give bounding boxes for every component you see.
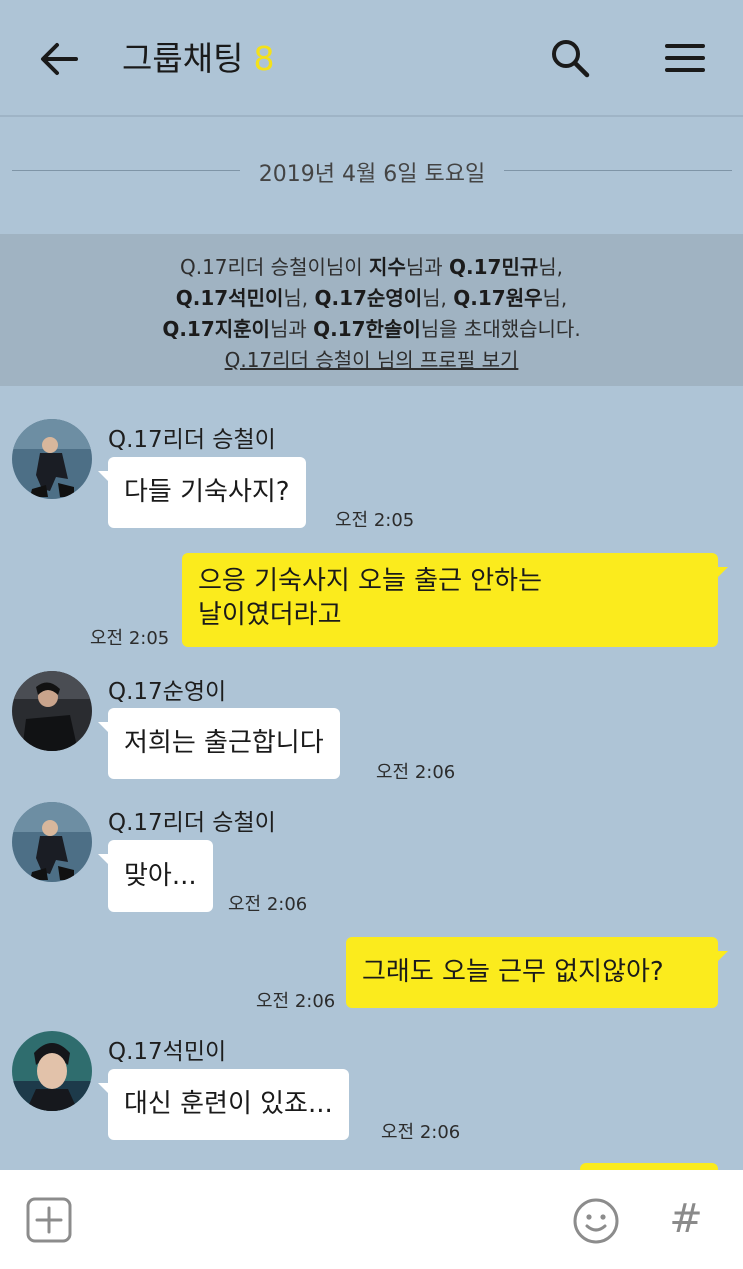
invitee-name: Q.17원우 (453, 286, 543, 310)
message-bubble[interactable]: 저희는 출근합니다 (98, 708, 340, 779)
divider-line-left (12, 170, 240, 171)
message-time: 오전 2:05 (90, 628, 170, 649)
input-bar: # (0, 1170, 743, 1269)
message-bubble[interactable]: 그래도 오늘 근무 없지않아? (346, 937, 728, 1008)
message-bubble[interactable]: 대신 훈련이 있죠... (98, 1069, 349, 1140)
plus-square-icon (26, 1197, 72, 1243)
emoji-button[interactable] (572, 1197, 620, 1245)
avatar[interactable] (12, 671, 92, 751)
invitee-name: 지수 (369, 255, 406, 279)
notice-text: 님이 (325, 255, 370, 279)
notice-text: 님, (283, 286, 315, 310)
message-text: 대신 훈련이 있죠... (124, 1089, 333, 1119)
avatar[interactable] (12, 1031, 92, 1111)
menu-button[interactable] (664, 40, 706, 76)
avatar[interactable] (12, 802, 92, 882)
message-text: 맞아... (124, 861, 197, 891)
hamburger-menu-icon (665, 44, 705, 72)
invitee-name: Q.17지훈이 (162, 317, 270, 341)
avatar-photo (12, 419, 92, 499)
message-time: 오전 2:06 (228, 894, 308, 915)
invitee-name: Q.17민규 (449, 255, 539, 279)
sender-name: Q.17리더 승철이 (108, 810, 276, 836)
notice-text: 님과 (269, 317, 314, 341)
search-button[interactable] (548, 36, 592, 80)
hashtag-icon: # (669, 1196, 703, 1242)
date-divider: 2019년 4월 6일 토요일 (12, 152, 732, 188)
sender-name: Q.17순영이 (108, 679, 227, 705)
arrow-left-icon (41, 43, 78, 75)
message-time: 오전 2:06 (376, 762, 456, 783)
sender-name: Q.17석민이 (108, 1039, 227, 1065)
avatar-photo (12, 802, 92, 882)
divider-line-right (504, 170, 732, 171)
notice-line-2: Q.17석민이님, Q.17순영이님, Q.17원우님, (0, 283, 743, 314)
date-label: 2019년 4월 6일 토요일 (258, 162, 486, 187)
sender-name: Q.17리더 승철이 (108, 427, 276, 453)
message-bubble[interactable]: 으응 기숙사지 오늘 출근 안하는 날이였더라고 (182, 553, 728, 647)
message-time: 오전 2:06 (381, 1122, 461, 1143)
member-count: 8 (253, 39, 275, 78)
notice-text: 님을 초대했습니다. (420, 317, 581, 341)
message-bubble[interactable]: 맞아... (98, 840, 213, 912)
inviter-name: Q.17리더 승철이 (179, 255, 326, 279)
message-time: 오전 2:05 (335, 510, 415, 531)
message-text: 저희는 출근합니다 (124, 728, 324, 758)
notice-text: 님, (422, 286, 454, 310)
invite-notice: Q.17리더 승철이님이 지수님과 Q.17민규님, Q.17석민이님, Q.1… (0, 234, 743, 386)
room-name: 그룹채팅 (122, 39, 244, 78)
invitee-name: Q.17석민이 (175, 286, 284, 310)
notice-text: 님, (542, 286, 568, 310)
message-bubble[interactable]: 다들 기숙사지? (98, 457, 306, 528)
message-text: 그래도 오늘 근무 없지않아? (362, 957, 664, 987)
avatar-photo (12, 671, 92, 751)
invitee-name: Q.17순영이 (314, 286, 423, 310)
message-text: 다들 기숙사지? (124, 477, 290, 507)
message-text-line: 날이였더라고 (198, 600, 342, 630)
search-icon (552, 40, 590, 78)
notice-line-1: Q.17리더 승철이님이 지수님과 Q.17민규님, (0, 252, 743, 283)
invitee-name: Q.17한솔이 (313, 317, 421, 341)
avatar[interactable] (12, 419, 92, 499)
attach-button[interactable] (26, 1197, 72, 1243)
notice-line-3: Q.17지훈이님과 Q.17한솔이님을 초대했습니다. (0, 314, 743, 345)
back-button[interactable] (36, 38, 82, 80)
chat-header: 그룹채팅 8 (0, 0, 743, 117)
chat-title: 그룹채팅 8 (122, 38, 274, 80)
avatar-photo (12, 1031, 92, 1111)
notice-text: 님, (538, 255, 564, 279)
emoji-icon (573, 1198, 619, 1244)
message-text-line: 으응 기숙사지 오늘 출근 안하는 (198, 566, 543, 596)
notice-text: 님과 (405, 255, 450, 279)
message-time: 오전 2:06 (256, 991, 336, 1012)
profile-link[interactable]: Q.17리더 승철이 님의 프로필 보기 (225, 348, 519, 372)
hashtag-button[interactable]: # (664, 1194, 708, 1244)
